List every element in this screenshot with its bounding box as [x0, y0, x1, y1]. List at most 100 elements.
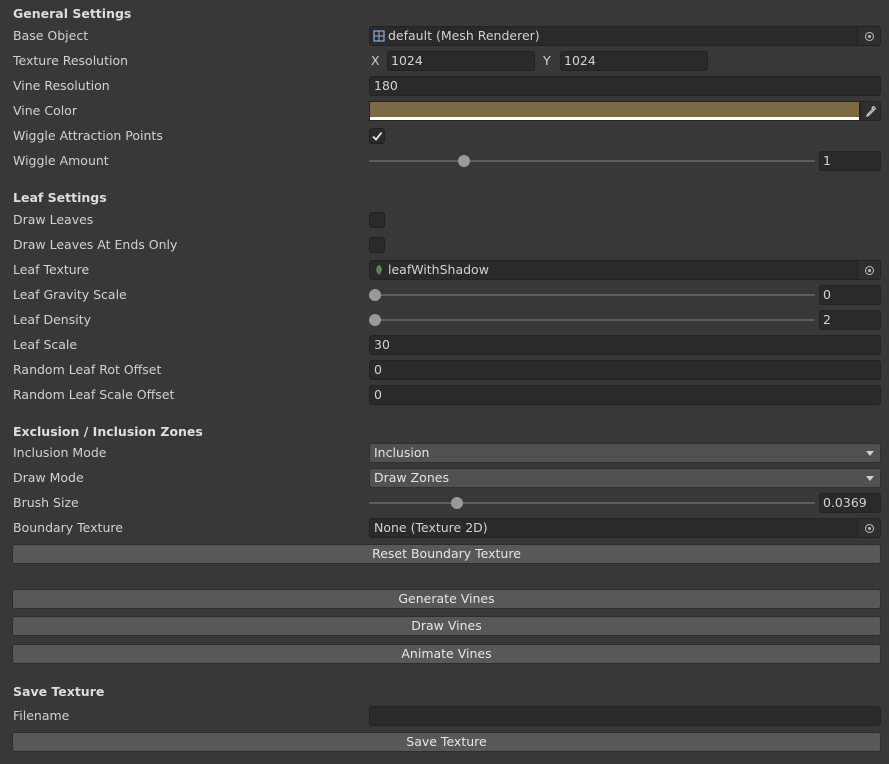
texture-resolution-y-field[interactable]: 1024 [560, 51, 708, 71]
leaf-scale-row: Leaf Scale 30 [0, 334, 889, 356]
leaf-density-label: Leaf Density [13, 312, 91, 327]
draw-leaves-checkbox[interactable] [369, 212, 385, 228]
draw-leaves-ends-checkbox[interactable] [369, 237, 385, 253]
object-picker-icon[interactable] [857, 261, 880, 279]
chevron-down-icon [866, 451, 874, 456]
wiggle-amount-value: 1 [823, 153, 831, 168]
zones-header: Exclusion / Inclusion Zones [13, 424, 203, 439]
leaf-scale-value: 30 [374, 337, 390, 352]
draw-vines-button[interactable]: Draw Vines [12, 616, 881, 636]
filename-field[interactable] [369, 706, 881, 726]
x-axis-label: X [371, 53, 380, 68]
leaf-scale-label: Leaf Scale [13, 337, 78, 352]
rot-offset-field[interactable]: 0 [369, 360, 881, 380]
vine-resolution-field[interactable]: 180 [369, 76, 881, 96]
texture-resolution-row: Texture Resolution X 1024 Y 1024 [0, 50, 889, 72]
draw-mode-value: Draw Zones [374, 470, 449, 485]
generate-vines-button[interactable]: Generate Vines [12, 589, 881, 609]
leaf-texture-value: leafWithShadow [388, 262, 489, 277]
boundary-texture-row: Boundary Texture None (Texture 2D) [0, 517, 889, 539]
base-object-value: default (Mesh Renderer) [388, 28, 540, 43]
texture-leaf-icon [376, 265, 382, 275]
wiggle-attraction-checkbox[interactable] [369, 128, 385, 144]
brush-size-row: Brush Size 0.0369 [0, 492, 889, 514]
inclusion-mode-row: Inclusion Mode Inclusion [0, 442, 889, 464]
leaf-scale-field[interactable]: 30 [369, 335, 881, 355]
wiggle-attraction-label: Wiggle Attraction Points [13, 128, 163, 143]
leaf-density-slider-track[interactable] [369, 319, 815, 321]
leaf-gravity-slider-thumb[interactable] [369, 289, 381, 301]
brush-size-value: 0.0369 [823, 495, 867, 510]
vine-color-swatch [370, 102, 859, 117]
brush-size-field[interactable]: 0.0369 [819, 493, 881, 513]
wiggle-amount-slider-track[interactable] [369, 160, 815, 162]
draw-leaves-ends-row: Draw Leaves At Ends Only [0, 234, 889, 256]
draw-mode-row: Draw Mode Draw Zones [0, 467, 889, 489]
draw-mode-label: Draw Mode [13, 470, 84, 485]
vine-color-field[interactable] [369, 101, 860, 121]
wiggle-amount-row: Wiggle Amount 1 [0, 150, 889, 172]
scale-offset-label: Random Leaf Scale Offset [13, 387, 175, 402]
texture-resolution-x-value: 1024 [391, 53, 423, 68]
general-settings-header: General Settings [13, 6, 132, 21]
checkmark-icon [372, 131, 383, 141]
leaf-texture-field[interactable]: leafWithShadow [369, 260, 881, 280]
vine-color-row: Vine Color [0, 100, 889, 122]
texture-resolution-y-value: 1024 [564, 53, 596, 68]
leaf-texture-label: Leaf Texture [13, 262, 90, 277]
leaf-density-row: Leaf Density 2 [0, 309, 889, 331]
reset-boundary-texture-button[interactable]: Reset Boundary Texture [12, 544, 881, 564]
boundary-texture-value: None (Texture 2D) [374, 520, 488, 535]
leaf-gravity-label: Leaf Gravity Scale [13, 287, 127, 302]
eyedropper-icon[interactable] [860, 101, 881, 121]
scale-offset-field[interactable]: 0 [369, 385, 881, 405]
brush-size-slider-thumb[interactable] [451, 497, 464, 509]
animate-vines-button[interactable]: Animate Vines [12, 644, 881, 664]
base-object-label: Base Object [13, 28, 89, 43]
wiggle-attraction-row: Wiggle Attraction Points [0, 125, 889, 147]
draw-leaves-row: Draw Leaves [0, 209, 889, 231]
leaf-density-value: 2 [823, 312, 831, 327]
leaf-settings-header: Leaf Settings [13, 190, 107, 205]
vine-resolution-row: Vine Resolution 180 [0, 75, 889, 97]
scale-offset-value: 0 [374, 387, 382, 402]
leaf-gravity-row: Leaf Gravity Scale 0 [0, 284, 889, 306]
rot-offset-label: Random Leaf Rot Offset [13, 362, 162, 377]
scale-offset-row: Random Leaf Scale Offset 0 [0, 384, 889, 406]
draw-leaves-label: Draw Leaves [13, 212, 94, 227]
inclusion-mode-label: Inclusion Mode [13, 445, 107, 460]
wiggle-amount-slider-thumb[interactable] [457, 155, 470, 167]
vine-resolution-label: Vine Resolution [13, 78, 110, 93]
y-axis-label: Y [543, 53, 551, 68]
wiggle-amount-label: Wiggle Amount [13, 153, 109, 168]
boundary-texture-field[interactable]: None (Texture 2D) [369, 518, 881, 538]
filename-row: Filename [0, 705, 889, 727]
leaf-density-field[interactable]: 2 [819, 310, 881, 330]
texture-resolution-x-field[interactable]: 1024 [387, 51, 535, 71]
rot-offset-value: 0 [374, 362, 382, 377]
leaf-gravity-field[interactable]: 0 [819, 285, 881, 305]
filename-label: Filename [13, 708, 70, 723]
leaf-gravity-value: 0 [823, 287, 831, 302]
object-picker-icon[interactable] [857, 27, 880, 45]
save-texture-header: Save Texture [13, 684, 105, 699]
rot-offset-row: Random Leaf Rot Offset 0 [0, 359, 889, 381]
vine-color-alpha-bar [370, 117, 859, 120]
leaf-gravity-slider-track[interactable] [369, 294, 815, 296]
brush-size-slider-track[interactable] [369, 502, 815, 504]
save-texture-button[interactable]: Save Texture [12, 732, 881, 752]
vine-resolution-value: 180 [374, 78, 398, 93]
object-picker-icon[interactable] [857, 519, 880, 537]
draw-mode-dropdown[interactable]: Draw Zones [369, 468, 881, 488]
boundary-texture-label: Boundary Texture [13, 520, 123, 535]
draw-leaves-ends-label: Draw Leaves At Ends Only [13, 237, 178, 252]
vine-color-label: Vine Color [13, 103, 77, 118]
inclusion-mode-dropdown[interactable]: Inclusion [369, 443, 881, 463]
leaf-density-slider-thumb[interactable] [369, 314, 381, 326]
base-object-row: Base Object default (Mesh Renderer) [0, 25, 889, 47]
base-object-field[interactable]: default (Mesh Renderer) [369, 26, 881, 46]
inclusion-mode-value: Inclusion [374, 445, 430, 460]
mesh-renderer-icon [373, 30, 385, 42]
brush-size-label: Brush Size [13, 495, 79, 510]
wiggle-amount-field[interactable]: 1 [819, 151, 881, 171]
